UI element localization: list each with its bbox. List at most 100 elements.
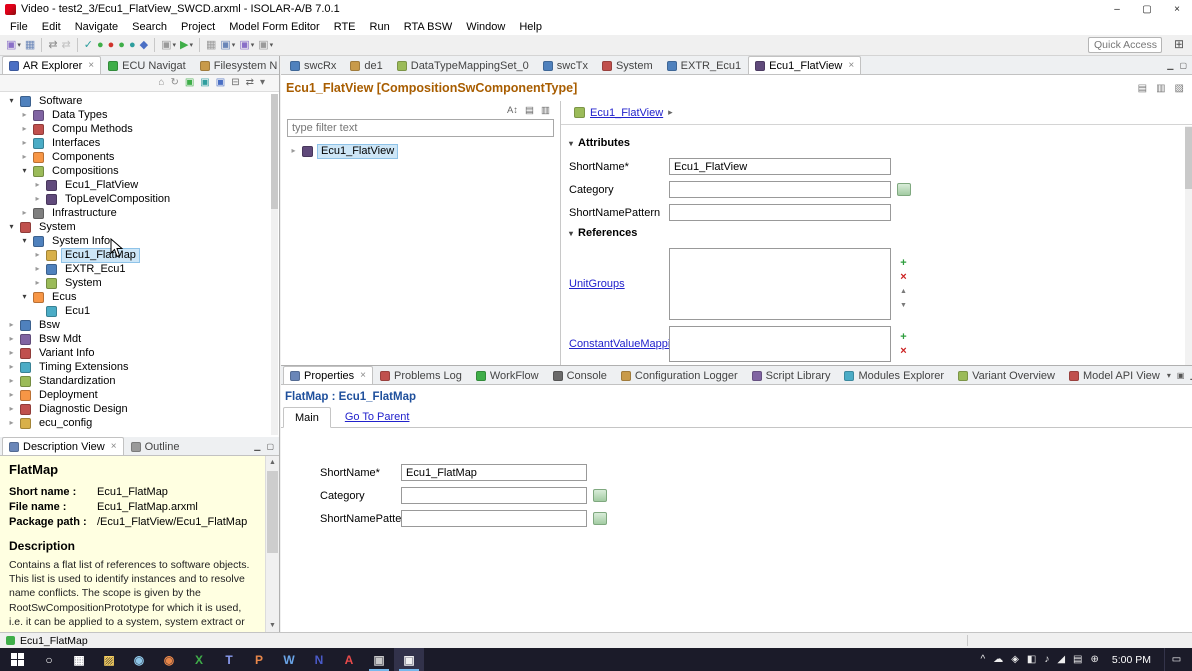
description-scrollbar-thumb[interactable] bbox=[267, 471, 278, 553]
tree-item-ecu1-flatview[interactable]: ▸ Ecu1_FlatView bbox=[0, 178, 279, 192]
maximize-editor-icon[interactable]: ▢ bbox=[1179, 61, 1187, 70]
pause-icon[interactable]: ● bbox=[127, 36, 138, 54]
editor-scrollbar-thumb[interactable] bbox=[1185, 127, 1192, 189]
perspective-icon[interactable]: ⊞ bbox=[1174, 37, 1184, 51]
tab-script-library[interactable]: Script Library bbox=[745, 366, 838, 384]
home-icon[interactable]: ⌂ bbox=[158, 78, 164, 88]
tree-item-toplevelcomposition[interactable]: ▸ TopLevelComposition bbox=[0, 192, 279, 206]
tray-power-icon[interactable]: ⊕ bbox=[1091, 654, 1099, 665]
menu-search[interactable]: Search bbox=[125, 20, 174, 34]
dropdown-caret-icon[interactable]: ▾ bbox=[251, 41, 255, 49]
menu-model-form-editor[interactable]: Model Form Editor bbox=[222, 20, 326, 34]
tray-sound-icon[interactable]: ♪ bbox=[1044, 654, 1049, 665]
unlink-icon[interactable]: ⇄ bbox=[60, 36, 73, 54]
tree-item-bsw-mdt[interactable]: ▸ Bsw Mdt bbox=[0, 332, 279, 346]
menu-edit[interactable]: Edit bbox=[35, 20, 68, 34]
collapsed-arrow-icon[interactable]: ▸ bbox=[20, 209, 29, 217]
collapsed-arrow-icon[interactable]: ▸ bbox=[20, 111, 29, 119]
category-input[interactable] bbox=[669, 181, 891, 198]
tree-item-diagnostic-design[interactable]: ▸ Diagnostic Design bbox=[0, 402, 279, 416]
notification-center-icon[interactable]: ▭ bbox=[1164, 648, 1188, 671]
menu-project[interactable]: Project bbox=[174, 20, 222, 34]
expanded-arrow-icon[interactable]: ▾ bbox=[20, 237, 29, 245]
expanded-arrow-icon[interactable]: ▾ bbox=[20, 167, 29, 175]
gem-icon[interactable]: ◆ bbox=[138, 36, 150, 54]
expanded-arrow-icon[interactable]: ▾ bbox=[20, 293, 29, 301]
tree-item-data-types[interactable]: ▸ Data Types bbox=[0, 108, 279, 122]
collapsed-arrow-icon[interactable]: ▸ bbox=[33, 181, 42, 189]
tray-cloud-icon[interactable]: ☁ bbox=[993, 654, 1003, 665]
tree-item-software[interactable]: ▾ Software bbox=[0, 94, 279, 108]
collapsed-arrow-icon[interactable]: ▸ bbox=[7, 377, 16, 385]
tab-outline[interactable]: Outline bbox=[124, 437, 187, 455]
tree-item-ecu1[interactable]: Ecu1 bbox=[0, 304, 279, 318]
tree-item-deployment[interactable]: ▸ Deployment bbox=[0, 388, 279, 402]
file-explorer-icon[interactable]: ▨ bbox=[94, 648, 124, 671]
collapsed-arrow-icon[interactable]: ▸ bbox=[7, 363, 16, 371]
tray-shield-icon[interactable]: ◈ bbox=[1011, 654, 1019, 665]
browse-reference-icon[interactable] bbox=[593, 512, 607, 525]
editor-scrollbar[interactable] bbox=[1185, 126, 1192, 365]
tab-de1[interactable]: de1 bbox=[343, 56, 389, 74]
scroll-down-icon[interactable]: ▼ bbox=[266, 619, 279, 632]
expanded-arrow-icon[interactable]: ▾ bbox=[7, 223, 16, 231]
expand-all-icon[interactable]: ▤ bbox=[525, 105, 534, 116]
profile-config-icon[interactable]: ▣ ▾ bbox=[256, 36, 275, 54]
move-up-icon[interactable]: ▲ bbox=[897, 285, 910, 297]
dropdown-caret-icon[interactable]: ▾ bbox=[232, 41, 236, 49]
acrobat-icon[interactable]: A bbox=[334, 648, 364, 671]
filter-input[interactable] bbox=[287, 119, 554, 137]
move-down-icon[interactable]: ▼ bbox=[897, 299, 910, 311]
tray-network-icon[interactable]: ◢ bbox=[1057, 654, 1065, 665]
tab-swctx[interactable]: swcTx bbox=[536, 56, 595, 74]
category-input[interactable] bbox=[401, 487, 587, 504]
tab-problems-log[interactable]: Problems Log bbox=[373, 366, 469, 384]
menu-file[interactable]: File bbox=[3, 20, 35, 34]
tree-item-compositions[interactable]: ▾ Compositions bbox=[0, 164, 279, 178]
maximize-button[interactable]: ▢ bbox=[1132, 0, 1162, 18]
tree-item-components[interactable]: ▸ Components bbox=[0, 150, 279, 164]
collapsed-arrow-icon[interactable]: ▸ bbox=[289, 147, 298, 155]
shortnamepattern-input[interactable] bbox=[401, 510, 587, 527]
collapsed-arrow-icon[interactable]: ▸ bbox=[20, 139, 29, 147]
collapsed-arrow-icon[interactable]: ▸ bbox=[7, 321, 16, 329]
tree-item-system[interactable]: ▾ System bbox=[0, 220, 279, 234]
menu-run[interactable]: Run bbox=[363, 20, 397, 34]
view-menu-icon[interactable]: ▾ bbox=[260, 78, 265, 88]
tab-workflow[interactable]: WorkFlow bbox=[469, 366, 546, 384]
import-icon[interactable]: ▣ bbox=[200, 78, 209, 88]
search-icon[interactable]: ○ bbox=[34, 648, 64, 671]
link-with-editor-icon[interactable]: ⇄ bbox=[46, 36, 59, 54]
minimize-button[interactable]: – bbox=[1102, 0, 1132, 18]
scroll-up-icon[interactable]: ▲ bbox=[266, 456, 279, 469]
collapsed-arrow-icon[interactable]: ▸ bbox=[33, 251, 42, 259]
close-icon[interactable]: × bbox=[848, 60, 854, 71]
run-model-check-icon[interactable]: ● bbox=[95, 36, 106, 54]
stop-icon[interactable]: ● bbox=[106, 36, 117, 54]
add-icon[interactable]: + bbox=[897, 257, 910, 269]
dropdown-caret-icon[interactable]: ▾ bbox=[189, 41, 193, 49]
delete-icon[interactable]: × bbox=[897, 271, 910, 283]
tab-ar-explorer[interactable]: AR Explorer × bbox=[2, 56, 102, 74]
collapsed-arrow-icon[interactable]: ▸ bbox=[7, 391, 16, 399]
menu-rte[interactable]: RTE bbox=[327, 20, 363, 34]
tab-filesystem-n[interactable]: Filesystem N bbox=[193, 56, 285, 74]
export-icon[interactable]: ▣ bbox=[216, 78, 225, 88]
tab-configuration-logger[interactable]: Configuration Logger bbox=[614, 366, 745, 384]
start-button[interactable] bbox=[0, 648, 34, 671]
dropdown-caret-icon[interactable]: ▾ bbox=[17, 41, 21, 49]
tree-item-timing-extensions[interactable]: ▸ Timing Extensions bbox=[0, 360, 279, 374]
dropdown-caret-icon[interactable]: ▾ bbox=[172, 41, 176, 49]
run-icon[interactable]: ▶ ▾ bbox=[178, 36, 195, 54]
description-scrollbar[interactable]: ▲ ▼ bbox=[265, 456, 279, 632]
validate-icon[interactable]: ✓ bbox=[82, 36, 95, 54]
tab-properties[interactable]: Properties × bbox=[283, 366, 373, 384]
sort-alphabetical-icon[interactable]: A↕ bbox=[507, 105, 518, 116]
new-element-icon[interactable]: ▣ bbox=[185, 78, 194, 88]
excel-icon[interactable]: X bbox=[184, 648, 214, 671]
close-icon[interactable]: × bbox=[360, 370, 366, 381]
menu-window[interactable]: Window bbox=[459, 20, 512, 34]
restore-view-icon[interactable]: ▣ bbox=[1177, 371, 1185, 380]
debug-config-icon[interactable]: ▣ ▾ bbox=[237, 36, 256, 54]
tree-item-system[interactable]: ▸ System bbox=[0, 276, 279, 290]
